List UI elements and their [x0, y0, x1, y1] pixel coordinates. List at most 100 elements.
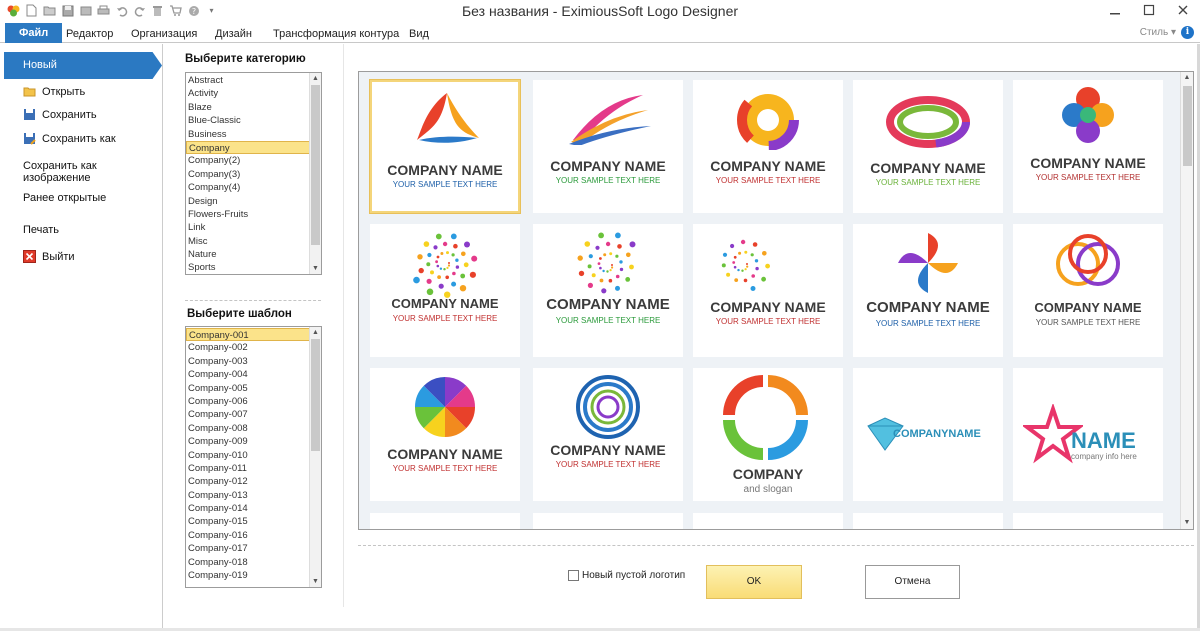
logo-template-tile[interactable]	[1013, 513, 1163, 529]
exit-icon	[23, 250, 36, 263]
checkbox-box[interactable]	[568, 570, 579, 581]
category-list-item[interactable]: Misc	[186, 235, 321, 248]
category-list-item[interactable]: Company(3)	[186, 168, 321, 181]
logo-template-tile[interactable]: COMPANY NAME YOUR SAMPLE TEXT HERE	[369, 79, 521, 214]
menu-item-exit[interactable]: Выйти	[23, 250, 75, 263]
style-dropdown[interactable]: Стиль ▾	[1140, 27, 1176, 38]
category-scrollbar[interactable]: ▲ ▼	[309, 73, 321, 274]
menu-item-print[interactable]: Печать	[23, 224, 59, 236]
scroll-up-icon[interactable]: ▲	[310, 73, 321, 84]
template-list[interactable]: Company-001 Company-002 Company-003 Company…	[185, 326, 322, 588]
category-list-item[interactable]: Blaze	[186, 101, 321, 114]
template-list-item[interactable]: Company-008	[186, 422, 321, 435]
template-list-item[interactable]: Company-011	[186, 462, 321, 475]
category-list-item[interactable]: Company	[186, 140, 321, 155]
template-list-item[interactable]: Company-004	[186, 368, 321, 381]
logo-slogan: YOUR SAMPLE TEXT HERE	[392, 314, 498, 323]
logo-template-tile[interactable]	[853, 513, 1003, 529]
logo-template-tile[interactable]: COMPANY and slogan	[693, 368, 843, 501]
menu-item-save[interactable]: Сохранить	[23, 108, 97, 121]
template-list-item[interactable]: Company-017	[186, 542, 321, 555]
tab-design[interactable]: Дизайн	[215, 25, 252, 43]
scroll-down-icon[interactable]: ▼	[1181, 517, 1193, 529]
scroll-up-icon[interactable]: ▲	[1181, 72, 1193, 84]
logo-template-tile[interactable]	[693, 513, 843, 529]
template-list-item[interactable]: Company-016	[186, 529, 321, 542]
category-list-item[interactable]: Business	[186, 128, 321, 141]
template-title: Выберите шаблон	[187, 308, 292, 320]
ok-button[interactable]: OK	[706, 565, 802, 599]
template-list-item[interactable]: Company-012	[186, 475, 321, 488]
logo-template-tile[interactable]: COMPANY NAME YOUR SAMPLE TEXT HERE	[1013, 80, 1163, 213]
scroll-down-icon[interactable]: ▼	[310, 263, 321, 274]
menu-item-open[interactable]: Открыть	[23, 85, 85, 98]
template-list-item[interactable]: Company-013	[186, 489, 321, 502]
tab-editor[interactable]: Редактор	[66, 25, 113, 43]
category-list-item[interactable]: Activity	[186, 87, 321, 100]
category-list-item[interactable]: Sports	[186, 261, 321, 274]
logo-template-tile[interactable]: COMPANY NAME YOUR SAMPLE TEXT HERE	[853, 224, 1003, 357]
template-list-item[interactable]: Company-010	[186, 449, 321, 462]
logo-template-tile[interactable]: COMPANY NAME YOUR SAMPLE TEXT HERE	[533, 368, 683, 501]
template-list-item[interactable]: Company-001	[186, 328, 321, 342]
menu-item-recent[interactable]: Ранее открытые	[23, 192, 106, 204]
category-list-item[interactable]: Nature	[186, 248, 321, 261]
tab-path-transform[interactable]: Трансформация контура	[273, 25, 399, 43]
logo-template-tile[interactable]: COMPANY NAME YOUR SAMPLE TEXT HERE	[533, 224, 683, 357]
category-list-item[interactable]: Flowers-Fruits	[186, 208, 321, 221]
template-list-item[interactable]: Company-009	[186, 435, 321, 448]
cancel-button[interactable]: Отмена	[865, 565, 960, 599]
template-list-item[interactable]: Company-002	[186, 341, 321, 354]
logo-template-tile[interactable]: COMPANY NAME YOUR SAMPLE TEXT HERE	[693, 80, 843, 213]
category-list-item[interactable]: Link	[186, 221, 321, 234]
logo-template-tile[interactable]: COMPANY NAME YOUR SAMPLE TEXT HERE	[533, 80, 683, 213]
minimize-icon[interactable]	[1098, 0, 1132, 20]
scroll-up-icon[interactable]: ▲	[310, 327, 321, 338]
maximize-icon[interactable]	[1132, 0, 1166, 20]
menu-item-save-as-image[interactable]: Сохранить как изображение	[23, 160, 162, 184]
logo-template-tile[interactable]: COMPANY NAME YOUR SAMPLE TEXT HERE	[370, 224, 520, 357]
logo-company-name: COMPANY NAME	[546, 296, 670, 313]
category-list-item[interactable]: Abstract	[186, 74, 321, 87]
logo-template-tile[interactable]: COMPANY NAME YOUR SAMPLE TEXT HERE	[693, 224, 843, 357]
gallery-scrollbar[interactable]: ▲ ▼	[1180, 72, 1193, 529]
category-list-item[interactable]: Company(2)	[186, 154, 321, 167]
logo-company-name: COMPANY NAME	[387, 446, 503, 462]
close-icon[interactable]	[1166, 0, 1200, 20]
selection-panel: Выберите категорию Abstract Activity Blaze…	[164, 44, 344, 607]
logo-template-tile[interactable]: COMPANY NAME YOUR SAMPLE TEXT HERE	[853, 80, 1003, 213]
gallery-scroll-thumb[interactable]	[1183, 86, 1192, 166]
logo-slogan: YOUR SAMPLE TEXT HERE	[392, 180, 498, 189]
logo-template-tile[interactable]: COMPANY NAME YOUR SAMPLE TEXT HERE	[1013, 224, 1163, 357]
category-list-item[interactable]: Design	[186, 195, 321, 208]
template-list-item[interactable]: Company-018	[186, 556, 321, 569]
info-icon[interactable]: i	[1181, 26, 1194, 39]
logo-company-name: COMPANY NAME	[710, 299, 826, 315]
logo-template-tile[interactable]	[533, 513, 683, 529]
template-list-item[interactable]: Company-006	[186, 395, 321, 408]
logo-template-tile[interactable]: COMPANY NAME YOUR SAMPLE TEXT HERE	[370, 368, 520, 501]
template-list-item[interactable]: Company-005	[186, 382, 321, 395]
template-list-item[interactable]: Company-003	[186, 355, 321, 368]
tab-arrange[interactable]: Организация	[131, 25, 197, 43]
template-list-item[interactable]: Company-015	[186, 515, 321, 528]
category-list-item[interactable]: Blue-Classic	[186, 114, 321, 127]
template-scrollbar[interactable]: ▲ ▼	[309, 327, 321, 587]
template-list-item[interactable]: Company-007	[186, 408, 321, 421]
tab-file[interactable]: Файл	[5, 23, 63, 43]
template-list-item[interactable]: Company-019	[186, 569, 321, 582]
new-blank-logo-checkbox[interactable]: Новый пустой логотип	[568, 570, 685, 581]
logo-slogan: and slogan	[743, 484, 793, 495]
category-list-item[interactable]: Company(4)	[186, 181, 321, 194]
logo-template-tile[interactable]: COMPANYNAME	[853, 368, 1003, 501]
logo-template-tile[interactable]	[370, 513, 520, 529]
logo-template-tile[interactable]: NAME company info here	[1013, 368, 1163, 501]
scroll-down-icon[interactable]: ▼	[310, 576, 321, 587]
template-list-item[interactable]: Company-014	[186, 502, 321, 515]
tab-view[interactable]: Вид	[409, 25, 429, 43]
logo-company-name: COMPANY NAME	[391, 296, 499, 311]
template-gallery[interactable]: COMPANY NAME YOUR SAMPLE TEXT HERE COMPANY…	[358, 71, 1194, 530]
menu-item-new[interactable]: Новый	[4, 52, 162, 79]
category-list[interactable]: Abstract Activity Blaze Blue-Classic Busines…	[185, 72, 322, 275]
menu-item-save-as[interactable]: Сохранить как	[23, 132, 116, 145]
